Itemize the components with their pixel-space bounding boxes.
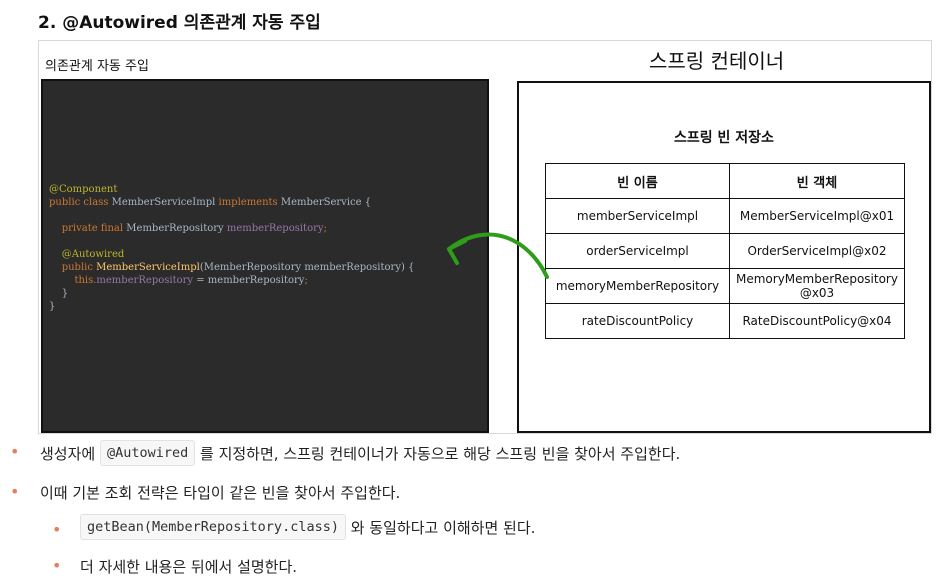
- bean-name-cell: memoryMemberRepository: [545, 268, 730, 304]
- bean-name-cell: orderServiceImpl: [545, 233, 730, 269]
- code-keyword: public class: [49, 197, 112, 208]
- code-brace: }: [61, 288, 69, 299]
- bean-object-cell: MemoryMemberRepository @x03: [729, 268, 905, 304]
- bullet-text: 생성자에: [40, 444, 100, 463]
- bean-name-cell: memberServiceImpl: [545, 198, 730, 234]
- list-item: • 생성자에 @Autowired 를 지정하면, 스프링 컨테이너가 자동으로…: [10, 440, 680, 466]
- code-constructor-name: MemberServiceImpl: [96, 262, 200, 273]
- table-row: rateDiscountPolicy RateDiscountPolicy@x0…: [545, 303, 905, 339]
- code-block: @Component public class MemberServiceImp…: [49, 183, 414, 313]
- code-autowired-annotation: @Autowired: [61, 249, 125, 260]
- diagram-slide: 의존관계 자동 주입 스프링 컨테이너 @Component public cl…: [38, 40, 932, 434]
- bullet-dot-icon: •: [52, 556, 62, 575]
- code-constructor-args: (MemberRepository memberRepository) {: [199, 262, 415, 273]
- bullet-dot-icon: •: [10, 482, 20, 501]
- bean-object-cell: RateDiscountPolicy@x04: [729, 303, 905, 339]
- list-item: • 더 자세한 내용은 뒤에서 설명한다.: [52, 556, 297, 577]
- code-field: memberRepository: [96, 275, 194, 286]
- bean-object-header: 빈 객체: [729, 163, 905, 199]
- code-keyword: public: [61, 262, 97, 273]
- code-keyword: private final: [61, 223, 127, 234]
- code-class-name: MemberServiceImpl: [111, 197, 219, 208]
- code-assignment: = memberRepository: [193, 275, 305, 286]
- section-heading: 2. @Autowired 의존관계 자동 주입: [38, 13, 321, 33]
- table-row: memoryMemberRepository MemoryMemberRepos…: [545, 268, 905, 304]
- bean-object-cell: OrderServiceImpl@x02: [729, 233, 905, 269]
- spring-container-box: 스프링 빈 저장소 빈 이름 빈 객체 memberServiceImpl Me…: [517, 81, 931, 433]
- injection-arrow-icon: [447, 232, 549, 279]
- list-item: • getBean(MemberRepository.class) 와 동일하다…: [52, 514, 535, 540]
- bean-table: 빈 이름 빈 객체 memberServiceImpl MemberServic…: [545, 163, 905, 339]
- slide-caption: 의존관계 자동 주입: [45, 59, 149, 74]
- bullet-text: 를 지정하면, 스프링 컨테이너가 자동으로 해당 스프링 빈을 찾아서 주입한…: [195, 444, 681, 463]
- code-type: MemberRepository: [126, 223, 227, 234]
- code-field: memberRepository: [226, 223, 324, 234]
- bean-store-title: 스프링 빈 저장소: [674, 130, 774, 146]
- bullet-text: 와 동일하다고 이해하면 된다.: [345, 518, 536, 537]
- inline-code: @Autowired: [99, 440, 196, 466]
- bullet-text: 더 자세한 내용은 뒤에서 설명한다.: [80, 558, 298, 576]
- table-row: orderServiceImpl OrderServiceImpl@x02: [545, 233, 905, 269]
- code-keyword: implements: [218, 197, 281, 208]
- inline-code: getBean(MemberRepository.class): [80, 514, 346, 540]
- bean-object-cell: MemberServiceImpl@x01: [729, 198, 905, 234]
- list-item: • 이때 기본 조회 전략은 타입이 같은 빈을 찾아서 주입한다.: [10, 482, 400, 503]
- bean-name-header: 빈 이름: [545, 163, 730, 199]
- container-title: 스프링 컨테이너: [649, 49, 785, 73]
- code-interface: MemberService {: [280, 197, 372, 208]
- bullet-dot-icon: •: [52, 520, 62, 539]
- bullet-dot-icon: •: [10, 442, 20, 461]
- bean-name-cell: rateDiscountPolicy: [545, 303, 730, 339]
- code-semicolon: ;: [304, 275, 308, 286]
- bullet-text: 이때 기본 조회 전략은 타입이 같은 빈을 찾아서 주입한다.: [40, 484, 401, 502]
- table-row: memberServiceImpl MemberServiceImpl@x01: [545, 198, 905, 234]
- code-brace: }: [49, 301, 56, 312]
- code-line-annotation: @Component: [49, 184, 118, 195]
- code-semicolon: ;: [323, 223, 327, 234]
- code-keyword: this.: [74, 275, 97, 286]
